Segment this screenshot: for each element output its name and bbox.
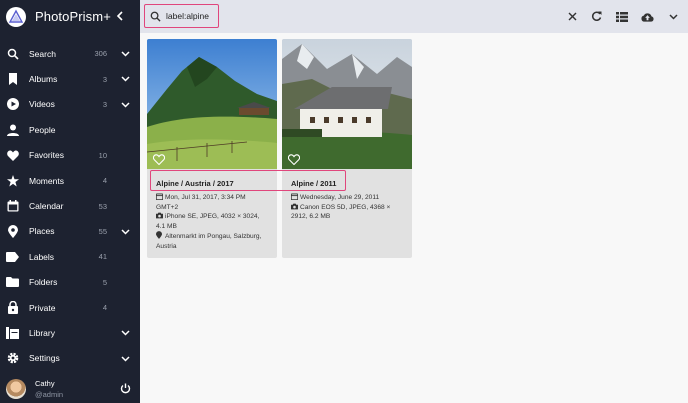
photo-camera: iPhone SE, JPEG, 4032 × 3024, — [165, 213, 260, 221]
app-name: PhotoPrism+ — [35, 9, 111, 24]
camera-icon — [291, 203, 298, 210]
sidebar-item-label: People — [29, 124, 56, 135]
sidebar-item-label: Folders — [29, 277, 58, 288]
user-account[interactable]: Cathy @admin — [0, 374, 140, 403]
sidebar: PhotoPrism+ Search 306 Albums 3 Videos 3… — [0, 0, 140, 403]
sidebar-item-count: 53 — [98, 201, 107, 211]
power-icon[interactable] — [120, 383, 131, 394]
heart-icon — [6, 149, 19, 162]
chevron-down-icon[interactable] — [120, 49, 130, 59]
label-icon — [6, 250, 19, 263]
sidebar-item-label: Labels — [29, 251, 55, 262]
sidebar-item-private[interactable]: Private 4 — [0, 295, 140, 320]
calendar-icon — [6, 200, 19, 213]
photo-title[interactable]: Alpine / Austria / 2017 — [156, 179, 234, 188]
refresh-icon[interactable] — [590, 10, 603, 23]
photo-thumbnail[interactable] — [282, 39, 412, 169]
sidebar-item-favorites[interactable]: Favorites 10 — [0, 143, 140, 168]
calendar-icon — [290, 193, 299, 201]
search-box[interactable] — [144, 4, 219, 28]
sidebar-item-label: Settings — [29, 353, 60, 364]
user-name: Cathy — [35, 378, 55, 388]
photo-size: 4.1 MB — [156, 222, 177, 230]
star-icon — [6, 174, 19, 187]
camera-icon — [156, 212, 163, 219]
sidebar-item-count: 4 — [102, 303, 107, 313]
top-toolbar — [140, 0, 688, 33]
bookmark-icon — [6, 73, 19, 86]
sidebar-item-label: Moments — [29, 175, 64, 186]
search-icon — [6, 47, 19, 60]
play-circle-icon — [6, 98, 19, 111]
photo-title[interactable]: Alpine / 2011 — [291, 179, 336, 188]
photo-camera: Canon EOS 5D, JPEG, 4368 × — [300, 203, 391, 211]
sidebar-item-label: Videos — [29, 99, 55, 110]
sidebar-item-label: Favorites — [29, 150, 64, 161]
view-list-icon[interactable] — [615, 10, 628, 23]
favorite-heart-icon[interactable] — [152, 152, 166, 166]
sidebar-item-labels[interactable]: Labels 41 — [0, 244, 140, 269]
lock-icon — [6, 301, 19, 315]
sidebar-item-count: 55 — [98, 226, 107, 236]
map-pin-icon — [156, 231, 163, 240]
collapse-sidebar-icon[interactable] — [114, 8, 126, 24]
chevron-down-icon[interactable] — [120, 74, 130, 84]
photo-thumbnail[interactable] — [147, 39, 277, 169]
sidebar-item-count: 3 — [102, 99, 107, 109]
photo-timezone: GMT+2 — [156, 203, 179, 211]
sidebar-item-count: 4 — [102, 176, 107, 186]
sidebar-item-label: Search — [29, 48, 56, 59]
map-pin-icon — [6, 224, 19, 238]
sidebar-item-label: Library — [29, 327, 55, 338]
chevron-down-icon[interactable] — [120, 100, 130, 110]
sidebar-item-library[interactable]: Library — [0, 320, 140, 345]
chevron-down-icon[interactable] — [667, 10, 680, 23]
sidebar-item-label: Places — [29, 226, 55, 237]
sidebar-item-videos[interactable]: Videos 3 — [0, 92, 140, 117]
chevron-down-icon[interactable] — [120, 354, 130, 364]
photo-meta: Mon, Jul 31, 2017, 3:34 PM GMT+2 iPhone … — [155, 193, 262, 252]
favorite-heart-icon[interactable] — [287, 152, 301, 166]
photo-meta: Wednesday, June 29, 2011 Canon EOS 5D, J… — [290, 193, 391, 222]
sidebar-item-count: 3 — [102, 74, 107, 84]
person-icon — [6, 123, 19, 136]
sidebar-item-people[interactable]: People — [0, 117, 140, 142]
photo-date: Mon, Jul 31, 2017, 3:34 PM — [165, 194, 246, 201]
sidebar-item-albums[interactable]: Albums 3 — [0, 66, 140, 91]
search-icon — [150, 11, 161, 22]
sidebar-item-count: 306 — [94, 49, 107, 59]
user-info: Cathy @admin — [35, 378, 63, 400]
sidebar-item-calendar[interactable]: Calendar 53 — [0, 193, 140, 218]
sidebar-item-moments[interactable]: Moments 4 — [0, 168, 140, 193]
chevron-down-icon[interactable] — [120, 328, 130, 338]
sidebar-item-count: 5 — [102, 277, 107, 287]
photo-card[interactable]: Alpine / 2011 Wednesday, June 29, 2011 C… — [282, 39, 412, 258]
photo-date: Wednesday, June 29, 2011 — [300, 194, 380, 201]
photo-size: 2912, 6.2 MB — [291, 213, 331, 221]
photo-country: Austria — [156, 242, 177, 250]
gear-icon — [6, 352, 19, 365]
sidebar-item-count: 10 — [98, 150, 107, 160]
sidebar-nav: Search 306 Albums 3 Videos 3 People Favo… — [0, 41, 140, 371]
close-icon[interactable] — [566, 10, 579, 23]
photoprism-logo-icon — [6, 6, 26, 27]
sidebar-item-count: 41 — [98, 252, 107, 262]
sidebar-item-places[interactable]: Places 55 — [0, 219, 140, 244]
upload-icon[interactable] — [641, 10, 654, 23]
sidebar-item-search[interactable]: Search 306 — [0, 41, 140, 66]
sidebar-item-settings[interactable]: Settings — [0, 346, 140, 371]
sidebar-item-folders[interactable]: Folders 5 — [0, 270, 140, 295]
search-input[interactable] — [166, 11, 218, 21]
sidebar-item-label: Calendar — [29, 201, 64, 212]
sidebar-item-label: Private — [29, 302, 56, 313]
avatar[interactable] — [6, 378, 26, 399]
chevron-down-icon[interactable] — [120, 227, 130, 237]
library-icon — [6, 326, 19, 339]
folder-icon — [6, 276, 19, 289]
user-handle: @admin — [35, 389, 64, 399]
calendar-icon — [155, 193, 164, 201]
photo-location: Altenmarkt im Pongau, Salzburg, — [165, 233, 262, 241]
sidebar-item-label: Albums — [29, 74, 58, 85]
photo-card[interactable]: Alpine / Austria / 2017 Mon, Jul 31, 201… — [147, 39, 277, 258]
